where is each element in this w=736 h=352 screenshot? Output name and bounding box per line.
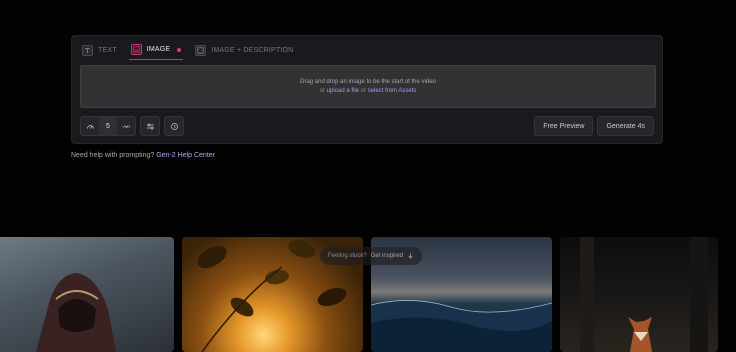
dropzone-instruction: Drag and drop an image to be the start o…: [300, 79, 436, 85]
tab-image-label: IMAGE: [146, 46, 171, 53]
feeling-stuck-text: Feeling stuck?: [328, 253, 367, 259]
arrow-down-icon[interactable]: [407, 252, 414, 261]
history-icon: [165, 117, 183, 135]
help-text: Need help with prompting? Gen-2 Help Cen…: [71, 152, 215, 159]
dropzone-options: or upload a file or select from Assets: [320, 88, 417, 94]
image-dropzone[interactable]: Drag and drop an image to be the start o…: [80, 65, 656, 108]
get-inspired-link[interactable]: Get inspired: [371, 253, 403, 259]
generation-controls: 5: [80, 116, 184, 136]
tab-text[interactable]: TEXT: [80, 40, 119, 60]
motion-control: 5: [80, 116, 136, 136]
active-indicator-dot: [177, 47, 182, 52]
get-inspired-bar: Feeling stuck? Get inspired: [320, 247, 423, 265]
history-button[interactable]: [164, 116, 184, 136]
tab-text-label: TEXT: [98, 46, 117, 54]
hooded-figure-image: [36, 273, 116, 352]
generate-button[interactable]: Generate 4s: [597, 116, 654, 136]
help-center-link[interactable]: Gen-2 Help Center: [156, 152, 215, 159]
upload-file-link[interactable]: upload a file: [327, 88, 359, 94]
dropzone-or-1: or: [319, 88, 325, 94]
fox-forest-image: [580, 237, 708, 352]
tab-image-description[interactable]: IMAGE + DESCRIPTION: [193, 40, 295, 60]
select-from-assets-link[interactable]: select from Assets: [368, 88, 417, 94]
seed-value[interactable]: 5: [99, 117, 117, 135]
mode-tabs: TEXT IMAGE IMAGE + DESCRIPTION: [80, 40, 295, 60]
tab-image-description-label: IMAGE + DESCRIPTION: [211, 46, 294, 54]
action-buttons: Free Preview Generate 4s: [534, 116, 654, 136]
gallery-card-fox-forest[interactable]: [560, 237, 718, 352]
image-icon: [130, 44, 142, 55]
gauge-icon[interactable]: [81, 117, 99, 135]
chevron-icon[interactable]: [117, 117, 135, 135]
settings-button[interactable]: [140, 116, 160, 136]
gallery-card-hooded-figure[interactable]: [0, 237, 174, 352]
help-prompt-text: Need help with prompting?: [71, 152, 155, 159]
dropzone-or-2: or: [360, 88, 367, 94]
free-preview-button[interactable]: Free Preview: [534, 116, 594, 136]
text-icon: [82, 44, 93, 56]
tab-image[interactable]: IMAGE: [128, 40, 184, 60]
sliders-icon: [141, 117, 159, 135]
prompt-panel: TEXT IMAGE IMAGE + DESCRIPTION Drag and …: [71, 35, 663, 144]
image-description-icon: [195, 44, 207, 56]
